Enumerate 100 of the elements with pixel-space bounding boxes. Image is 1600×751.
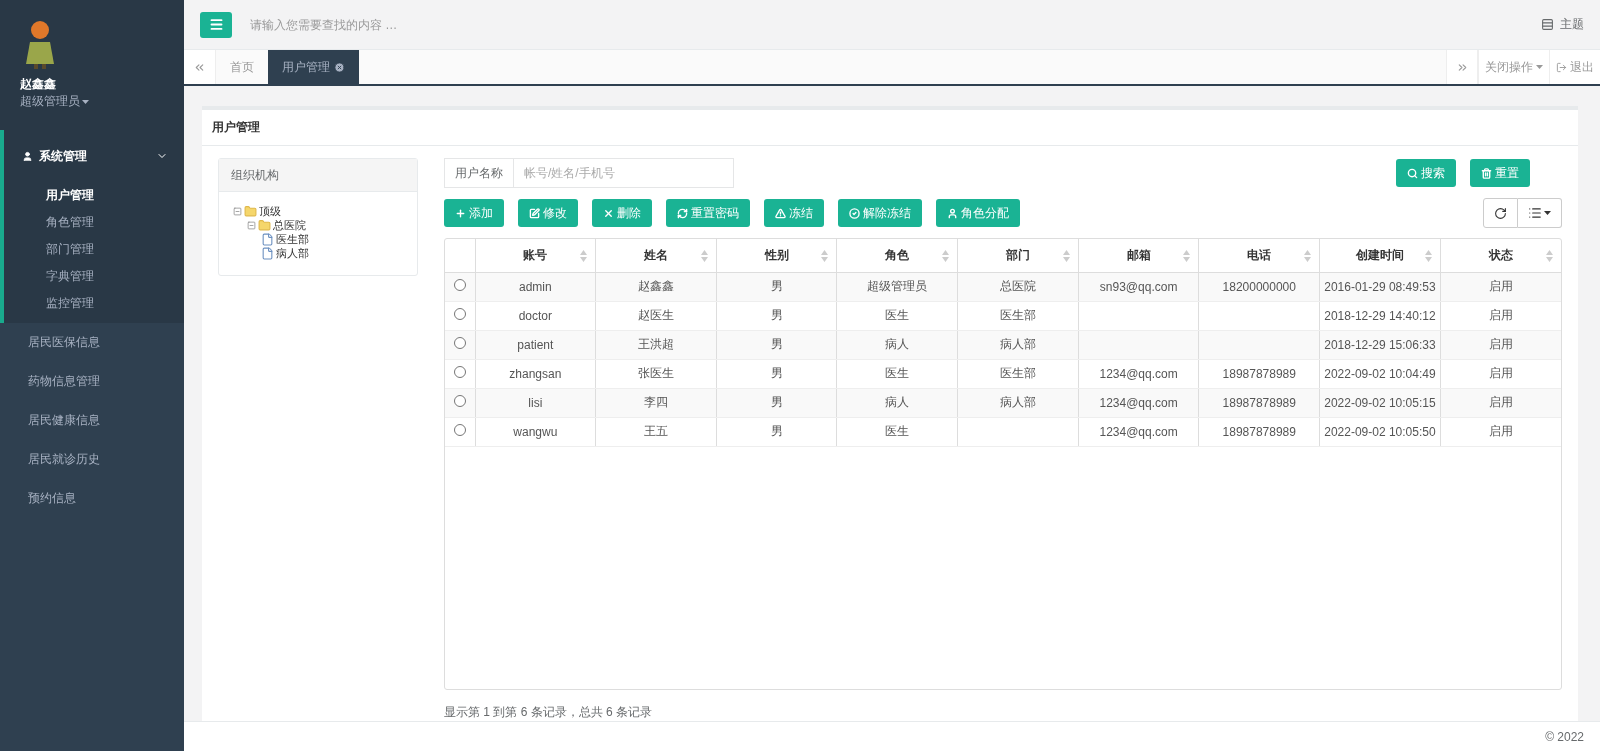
user-name: 赵鑫鑫: [20, 76, 56, 93]
sort-icon[interactable]: [580, 250, 588, 262]
close-icon[interactable]: [334, 61, 345, 73]
table-cell: 2018-12-29 15:06:33: [1324, 337, 1436, 352]
table-cell: lisi: [528, 395, 543, 410]
sort-icon[interactable]: [942, 250, 950, 262]
column-header[interactable]: 电话: [1247, 247, 1272, 262]
column-header[interactable]: 邮箱: [1126, 247, 1151, 262]
copyright: © 2022: [1545, 729, 1584, 744]
sort-icon[interactable]: [1062, 250, 1070, 262]
search-field[interactable]: 请输入您需要查找的内容 …: [248, 16, 1525, 33]
column-header[interactable]: 姓名: [644, 247, 668, 262]
row-radio[interactable]: [453, 337, 466, 349]
column-header[interactable]: 部门: [1005, 247, 1030, 262]
table-cell: 病人: [885, 395, 910, 409]
table-cell: 病人部: [999, 337, 1036, 351]
scroll-left-button[interactable]: [184, 50, 216, 84]
column-header[interactable]: 创建时间: [1355, 247, 1404, 262]
field-label: 用户名称: [444, 158, 514, 188]
sidebar-subitem[interactable]: 角色管理: [46, 214, 94, 231]
sort-icon[interactable]: [1546, 250, 1553, 262]
row-radio[interactable]: [453, 424, 466, 436]
table-cell: 医生部: [999, 366, 1036, 380]
sidebar-item[interactable]: 居民就诊历史: [4, 440, 184, 479]
row-radio[interactable]: [453, 395, 466, 407]
search-icon: [1407, 167, 1418, 179]
sidebar-item[interactable]: 系统管理: [4, 130, 184, 182]
table-cell: 医生部: [999, 308, 1036, 322]
row-radio[interactable]: [453, 366, 466, 378]
column-header[interactable]: 角色: [885, 247, 910, 262]
logout-link[interactable]: 退出: [1549, 50, 1600, 84]
tree-node[interactable]: 总医院: [273, 217, 306, 233]
table-cell: 王五: [644, 424, 668, 438]
table-cell: 赵医生: [638, 308, 674, 322]
theme-link[interactable]: 主题: [1541, 16, 1584, 33]
caret-icon: [1536, 65, 1543, 69]
table-cell: 18987878989: [1222, 366, 1296, 381]
tree-node[interactable]: 医生部: [276, 231, 309, 247]
table-cell: 王洪超: [638, 337, 674, 351]
username-field[interactable]: 帐号/姓名/手机号: [514, 158, 734, 188]
table-cell: 18200000000: [1222, 279, 1296, 294]
table-cell: 病人: [885, 337, 910, 351]
table-cell: 启用: [1488, 308, 1513, 322]
sidebar-item[interactable]: 居民健康信息: [4, 401, 184, 440]
sidebar-item[interactable]: 预约信息: [4, 479, 184, 518]
row-radio[interactable]: [453, 308, 466, 320]
table-cell: 18987878989: [1222, 424, 1296, 439]
file-icon: [261, 232, 274, 246]
table-cell: admin: [519, 279, 552, 294]
close-menu[interactable]: 关闭操作: [1478, 50, 1549, 84]
columns-button[interactable]: [1518, 198, 1562, 228]
collapse-icon[interactable]: [247, 220, 256, 230]
row-radio[interactable]: [453, 279, 466, 291]
tree-title: 组织机构: [231, 166, 279, 184]
refresh-button[interactable]: [1483, 198, 1518, 228]
sort-icon[interactable]: [1183, 250, 1191, 262]
sidebar-item[interactable]: 居民医保信息: [4, 323, 184, 362]
edit-icon: [529, 207, 540, 219]
tree-node[interactable]: 顶级: [259, 203, 281, 219]
table-cell: 赵鑫鑫: [638, 279, 674, 293]
user-role-menu[interactable]: 超级管理员: [20, 93, 89, 110]
table-cell: 2022-09-02 10:05:50: [1324, 424, 1436, 439]
table-cell: 男: [770, 308, 783, 322]
folder-icon: [244, 204, 257, 218]
column-header[interactable]: 状态: [1488, 247, 1513, 262]
caret-icon: [1544, 211, 1551, 215]
rows-icon: [1541, 18, 1554, 31]
table-cell: 总医院: [999, 279, 1036, 293]
scroll-right-button[interactable]: [1446, 50, 1478, 84]
table-cell: doctor: [518, 308, 552, 323]
warning-icon: [775, 207, 786, 219]
logout-icon: [1556, 61, 1567, 73]
table-cell: 男: [770, 395, 783, 409]
sort-icon[interactable]: [821, 250, 829, 262]
sidebar-subitem[interactable]: 用户管理: [46, 187, 94, 204]
table-cell: 启用: [1488, 395, 1513, 409]
sidebar-subitem[interactable]: 监控管理: [46, 295, 94, 312]
sidebar-subitem[interactable]: 部门管理: [46, 241, 94, 258]
page-tab[interactable]: 用户管理: [268, 50, 359, 84]
table-cell: 男: [770, 366, 783, 380]
sidebar-subitem[interactable]: 字典管理: [46, 268, 94, 285]
collapse-icon[interactable]: [233, 206, 242, 216]
column-header[interactable]: 账号: [523, 247, 548, 262]
panel-title: 用户管理: [212, 119, 260, 136]
sort-icon[interactable]: [1424, 250, 1432, 262]
sort-icon[interactable]: [700, 250, 708, 262]
column-header[interactable]: 性别: [764, 247, 789, 262]
menu-button[interactable]: [200, 11, 232, 38]
table-cell: 男: [770, 279, 783, 293]
table-cell: 医生: [885, 308, 910, 322]
plus-icon: [455, 207, 466, 219]
table-cell: 2018-12-29 14:40:12: [1324, 308, 1436, 323]
check-circle-icon: [849, 207, 860, 219]
table-cell: 男: [770, 337, 783, 351]
table-cell: 1234@qq.com: [1099, 395, 1178, 410]
tree-node[interactable]: 病人部: [276, 245, 309, 261]
sort-icon[interactable]: [1304, 250, 1312, 262]
table-cell: 超级管理员: [867, 279, 928, 293]
sidebar-item[interactable]: 药物信息管理: [4, 362, 184, 401]
table-cell: 男: [770, 424, 783, 438]
